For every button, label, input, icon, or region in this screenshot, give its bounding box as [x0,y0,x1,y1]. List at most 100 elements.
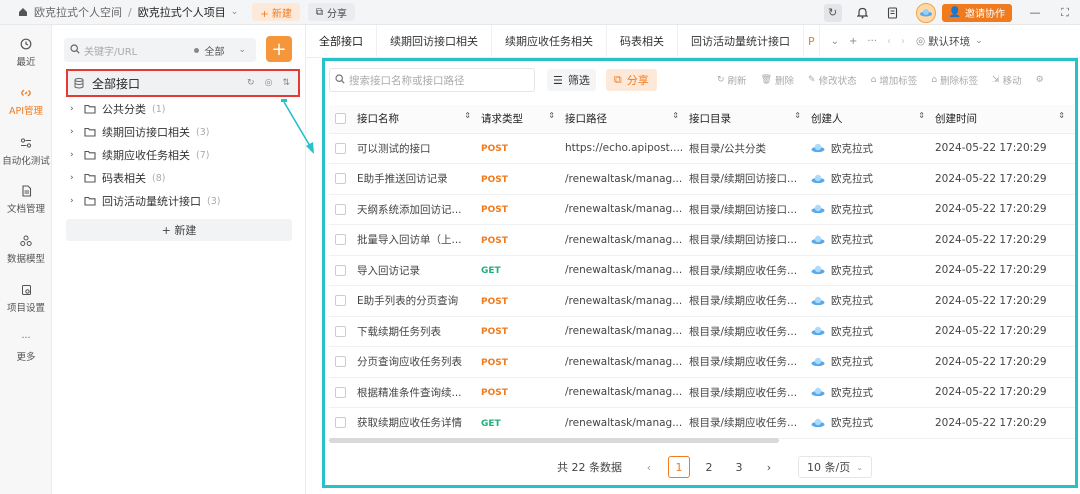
select-all-checkbox[interactable] [335,113,346,125]
tab-partial[interactable]: P [804,24,820,58]
folder-item[interactable]: › 回访活动量统计接口 (3) [70,192,300,210]
table-row[interactable]: E助手推送回访记录 POST/renewaltask/manag... 根目录/续期… [329,163,1075,195]
chevron-right-icon[interactable]: › [70,150,82,160]
change-status-action[interactable]: ✎ 修改状态 [808,73,857,87]
chevron-right-icon[interactable]: › [70,196,82,206]
sort-icon[interactable]: ⇕ [548,111,555,120]
api-name[interactable]: 获取续期应收任务详情 [357,415,481,430]
column-header[interactable]: 接口名称 ⇕ [357,105,481,134]
row-checkbox[interactable] [335,356,346,368]
remove-tag-action[interactable]: ⌂ 删除标签 [931,73,978,87]
environment-select[interactable]: ◎ 默认环境 ⌄ [916,34,983,49]
sort-icon[interactable]: ⇕ [672,111,679,120]
filter-button[interactable]: ☰ 筛选 [547,69,596,91]
chevron-down-icon[interactable]: ⌄ [831,36,839,47]
sidebar-search-input[interactable]: 关键字/URL 全部 ⌄ [64,38,256,62]
api-name[interactable]: 下载续期任务列表 [357,324,481,339]
row-checkbox[interactable] [335,295,346,307]
chevron-right-icon[interactable]: › [70,127,82,137]
table-row[interactable]: 根据精准条件查询续... POST/renewaltask/manag... 根目录… [329,377,1075,408]
api-name[interactable]: 可以测试的接口 [357,141,481,156]
row-checkbox[interactable] [335,325,346,337]
new-button[interactable]: + 新建 [252,3,300,21]
api-name[interactable]: 导入回访记录 [357,263,481,278]
sort-icon[interactable]: ⇕ [794,111,801,120]
api-name[interactable]: 分页查询应收任务列表 [357,354,481,369]
row-checkbox[interactable] [335,264,346,276]
share-button[interactable]: ⧉ 分享 [307,3,355,21]
home-icon[interactable] [18,7,28,17]
add-tab-icon[interactable]: + [849,36,857,47]
row-checkbox[interactable] [335,203,346,215]
chevron-down-icon[interactable]: ⌄ [231,7,239,17]
rail-item-data-model[interactable]: 数据模型 [0,235,52,265]
sort-icon[interactable]: ⇕ [464,111,471,120]
locate-icon[interactable]: ◎ [265,78,273,88]
chevron-right-icon[interactable]: › [901,36,905,47]
rail-item-more[interactable]: ··· 更多 [0,333,52,363]
minimize-icon[interactable]: — [1026,4,1044,22]
page-button[interactable]: 3 [728,456,750,478]
bell-icon[interactable] [854,4,872,22]
row-checkbox[interactable] [335,173,346,185]
horizontal-scrollbar[interactable] [329,438,779,443]
add-button[interactable]: + [266,36,292,62]
page-button[interactable]: 2 [698,456,720,478]
chevron-right-icon[interactable]: › [70,173,82,183]
more-icon[interactable]: ··· [867,36,877,47]
sort-icon[interactable]: ⇕ [918,111,925,120]
refresh-icon[interactable]: ↻ [247,78,255,88]
project-name[interactable]: 欧克拉式个人项目 [138,4,226,20]
delete-action[interactable]: 🗑 删除 [761,73,794,87]
sort-icon[interactable]: ⇅ [282,78,290,88]
scope-select[interactable]: 全部 ⌄ [194,38,246,62]
table-row[interactable]: 分页查询应收任务列表 POST/renewaltask/manag... 根目录/续… [329,346,1075,378]
notes-icon[interactable] [884,4,902,22]
row-checkbox[interactable] [335,142,346,154]
api-name[interactable]: 根据精准条件查询续... [357,385,481,400]
settings-action[interactable]: ⚙ [1036,75,1047,85]
column-header[interactable]: 接口目录 ⇕ [689,105,811,134]
column-header[interactable]: 请求类型 ⇕ [481,105,565,134]
sort-icon[interactable]: ⇕ [1058,111,1065,120]
prev-page-button[interactable]: ‹ [638,456,660,478]
move-action[interactable]: ⇲ 移动 [992,73,1022,87]
page-size-select[interactable]: 10 条/页 ⌄ [798,456,872,478]
sidebar-new-button[interactable]: + 新建 [66,219,292,241]
chevron-left-icon[interactable]: ‹ [887,36,891,47]
all-apis-item[interactable]: 全部接口 ↻ ◎ ⇅ [66,69,300,97]
table-row[interactable]: 可以测试的接口 POST https://echo.apipost.... 根目录/公… [329,133,1075,164]
row-checkbox[interactable] [335,386,346,398]
workspace-name[interactable]: 欧克拉式个人空间 [34,4,122,20]
page-button[interactable]: 1 [668,456,690,478]
table-row[interactable]: E助手列表的分页查询 POST/renewaltask/manag... 根目录/续… [329,285,1075,317]
column-header[interactable]: 创建时间 ⇕ [935,105,1075,134]
tab-visit-stats[interactable]: 回访活动量统计接口 [678,24,804,58]
rail-item-docs[interactable]: 文档管理 [0,185,52,215]
sync-icon[interactable]: ↻ [823,3,842,22]
api-search-input[interactable]: 搜索接口名称或接口路径 [329,68,535,92]
list-share-button[interactable]: ⧉ 分享 [605,69,657,91]
table-row[interactable]: 天纲系统添加回访记... POST/renewaltask/manag... 根目录… [329,194,1075,225]
invite-button[interactable]: 👤 邀请协作 [941,3,1012,22]
folder-item[interactable]: › 公共分类 (1) [70,100,300,118]
rail-item-api[interactable]: API管理 [0,87,52,117]
row-checkbox[interactable] [335,417,346,429]
folder-item[interactable]: › 码表相关 (8) [70,169,300,187]
folder-item[interactable]: › 续期应收任务相关 (7) [70,146,300,164]
tab-all-apis[interactable]: 全部接口 [306,24,377,58]
rail-item-recent[interactable]: 最近 [0,38,52,68]
next-page-button[interactable]: › [758,456,780,478]
add-tag-action[interactable]: ⌂ 增加标签 [871,73,918,87]
avatar[interactable] [915,2,936,23]
api-name[interactable]: E助手推送回访记录 [357,171,481,186]
row-checkbox[interactable] [335,234,346,246]
rail-item-automation[interactable]: 自动化测试 [0,137,52,167]
api-name[interactable]: E助手列表的分页查询 [357,293,481,308]
table-row[interactable]: 下载续期任务列表 POST/renewaltask/manag... 根目录/续期应… [329,316,1075,347]
refresh-action[interactable]: ↻ 刷新 [717,73,747,87]
table-row[interactable]: 获取续期应收任务详情 GET/renewaltask/manag... 根目录/续期… [329,407,1075,439]
table-row[interactable]: 导入回访记录 GET/renewaltask/manag... 根目录/续期应收任务… [329,255,1075,286]
api-name[interactable]: 批量导入回访单（上... [357,232,481,247]
column-header[interactable]: 接口路径 ⇕ [565,105,689,134]
